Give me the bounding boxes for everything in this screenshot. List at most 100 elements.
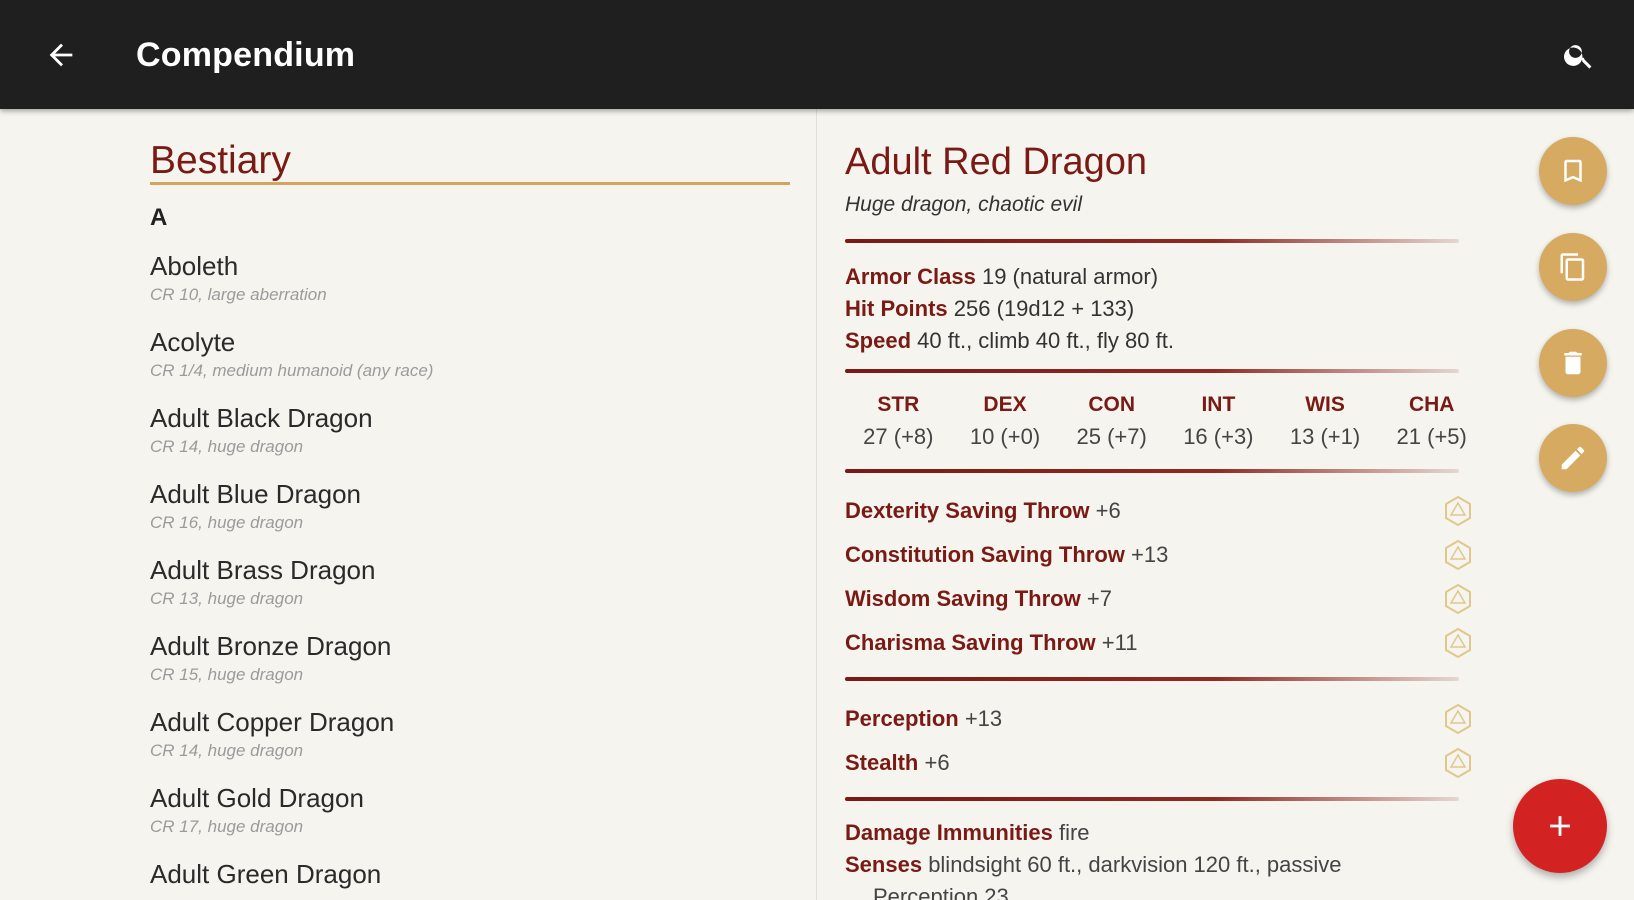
list-item[interactable]: Adult Brass Dragon CR 13, huge dragon <box>150 555 790 631</box>
hit-points-line: Hit Points 256 (19d12 + 133) <box>845 293 1174 325</box>
saving-throw-value: +6 <box>1095 498 1121 523</box>
extra-stats: Damage Immunities fire Senses blindsight… <box>845 817 1445 900</box>
d20-roll-button[interactable] <box>1441 582 1475 616</box>
skill-value: +6 <box>924 750 950 775</box>
ability-label: DEX <box>983 393 1027 416</box>
list-item-name: Adult Bronze Dragon <box>150 631 392 661</box>
armor-class-value: 19 (natural armor) <box>981 264 1159 289</box>
monster-type: Huge dragon, chaotic evil <box>845 193 1082 216</box>
d20-icon <box>1445 495 1471 527</box>
ability-value: 27 (+8) <box>863 424 934 449</box>
speed-line: Speed 40 ft., climb 40 ft., fly 80 ft. <box>845 325 1174 357</box>
armor-class-line: Armor Class 19 (natural armor) <box>845 261 1174 293</box>
list-item-meta: CR 15, huge dragon <box>150 665 304 684</box>
delete-icon <box>1564 351 1582 375</box>
add-button[interactable] <box>1513 779 1607 873</box>
senses-label: Senses <box>845 852 923 877</box>
list-item[interactable]: Adult Copper Dragon CR 14, huge dragon <box>150 707 790 783</box>
senses-value: blindsight 60 ft., darkvision 120 ft., p… <box>928 852 1342 877</box>
d20-roll-button[interactable] <box>1441 746 1475 780</box>
section-divider <box>845 239 1459 243</box>
list-item[interactable]: Adult Black Dragon CR 14, huge dragon <box>150 403 790 479</box>
ability-int: INT 16 (+3) <box>1165 389 1272 453</box>
ability-label: STR <box>877 393 920 416</box>
skill-label: Perception <box>845 706 959 731</box>
saving-throw-row: Charisma Saving Throw +11 <box>845 621 1475 665</box>
armor-class-label: Armor Class <box>845 264 976 289</box>
ability-value: 10 (+0) <box>969 424 1041 449</box>
d20-icon <box>1445 583 1471 615</box>
ability-value: 16 (+3) <box>1183 424 1254 449</box>
ability-value: 13 (+1) <box>1289 424 1361 449</box>
copy-icon <box>1560 253 1585 281</box>
basic-stats: Armor Class 19 (natural armor) Hit Point… <box>845 261 1174 357</box>
monster-list: Aboleth CR 10, large aberration Acolyte … <box>150 251 790 900</box>
bookmark-button[interactable] <box>1539 137 1607 205</box>
ability-wis: WIS 13 (+1) <box>1272 389 1379 453</box>
section-letter: A <box>150 204 168 231</box>
back-button[interactable] <box>36 30 86 80</box>
d20-icon <box>1445 747 1471 779</box>
ability-label: INT <box>1201 393 1236 416</box>
copy-button[interactable] <box>1539 233 1607 301</box>
list-item-meta: CR 16, huge dragon <box>150 513 304 532</box>
saving-throw-label: Charisma Saving Throw <box>845 630 1096 655</box>
hit-points-label: Hit Points <box>845 296 948 321</box>
hit-points-value: 256 (19d12 + 133) <box>953 296 1135 321</box>
ability-dex: DEX 10 (+0) <box>952 389 1059 453</box>
d20-icon <box>1445 539 1471 571</box>
skill-row: Stealth +6 <box>845 741 1475 785</box>
d20-roll-button[interactable] <box>1441 626 1475 660</box>
d20-roll-button[interactable] <box>1441 494 1475 528</box>
saving-throw-row: Wisdom Saving Throw +7 <box>845 577 1475 621</box>
damage-immunities-label: Damage Immunities <box>845 820 1053 845</box>
saving-throw-label: Constitution Saving Throw <box>845 542 1125 567</box>
d20-icon <box>1445 627 1471 659</box>
senses-continuation: Perception 23 <box>873 884 1009 900</box>
search-icon <box>1564 45 1592 69</box>
arrow-left-icon <box>49 43 73 67</box>
saving-throw-value: +13 <box>1131 542 1169 567</box>
ability-value: 21 (+5) <box>1396 424 1467 449</box>
list-item[interactable]: Acolyte CR 1/4, medium humanoid (any rac… <box>150 327 790 403</box>
speed-value: 40 ft., climb 40 ft., fly 80 ft. <box>917 328 1174 353</box>
saving-throws: Dexterity Saving Throw +6 Constitution S… <box>845 489 1475 665</box>
ability-label: CON <box>1088 393 1136 416</box>
saving-throw-value: +11 <box>1101 630 1138 655</box>
bestiary-list-pane[interactable]: Bestiary A Aboleth CR 10, large aberrati… <box>0 109 816 900</box>
ability-value: 25 (+7) <box>1076 424 1147 449</box>
list-item[interactable]: Adult Green Dragon <box>150 859 790 900</box>
d20-roll-button[interactable] <box>1441 538 1475 572</box>
skill-row: Perception +13 <box>845 697 1475 741</box>
list-item-meta: CR 14, huge dragon <box>150 437 304 456</box>
monster-name: Adult Red Dragon <box>845 141 1148 183</box>
delete-button[interactable] <box>1539 329 1607 397</box>
skills: Perception +13 Stealth +6 <box>845 697 1475 785</box>
list-item-name: Adult Blue Dragon <box>150 479 362 509</box>
list-item[interactable]: Aboleth CR 10, large aberration <box>150 251 790 327</box>
ability-str: STR 27 (+8) <box>845 389 952 453</box>
search-button[interactable] <box>1554 30 1604 80</box>
saving-throw-value: +7 <box>1086 586 1112 611</box>
ability-label: CHA <box>1408 393 1455 416</box>
list-item-name: Aboleth <box>150 251 239 281</box>
section-divider <box>845 469 1459 473</box>
saving-throw-label: Dexterity Saving Throw <box>845 498 1090 523</box>
list-item[interactable]: Adult Blue Dragon CR 16, huge dragon <box>150 479 790 555</box>
list-item-name: Adult Copper Dragon <box>150 707 395 737</box>
edit-button[interactable] <box>1539 424 1607 492</box>
section-divider <box>845 797 1459 801</box>
section-divider <box>845 369 1459 373</box>
ability-con: CON 25 (+7) <box>1058 389 1165 453</box>
list-item[interactable]: Adult Bronze Dragon CR 15, huge dragon <box>150 631 790 707</box>
list-item[interactable]: Adult Gold Dragon CR 17, huge dragon <box>150 783 790 859</box>
list-item-meta: CR 1/4, medium humanoid (any race) <box>150 361 434 380</box>
list-item-name: Adult Green Dragon <box>150 859 382 889</box>
saving-throw-row: Dexterity Saving Throw +6 <box>845 489 1475 533</box>
d20-roll-button[interactable] <box>1441 702 1475 736</box>
list-item-name: Adult Black Dragon <box>150 403 373 433</box>
saving-throw-label: Wisdom Saving Throw <box>845 586 1081 611</box>
bookmark-icon <box>1564 159 1582 183</box>
list-item-meta: CR 13, huge dragon <box>150 589 304 608</box>
monster-detail-pane[interactable]: Adult Red Dragon Huge dragon, chaotic ev… <box>817 109 1634 900</box>
